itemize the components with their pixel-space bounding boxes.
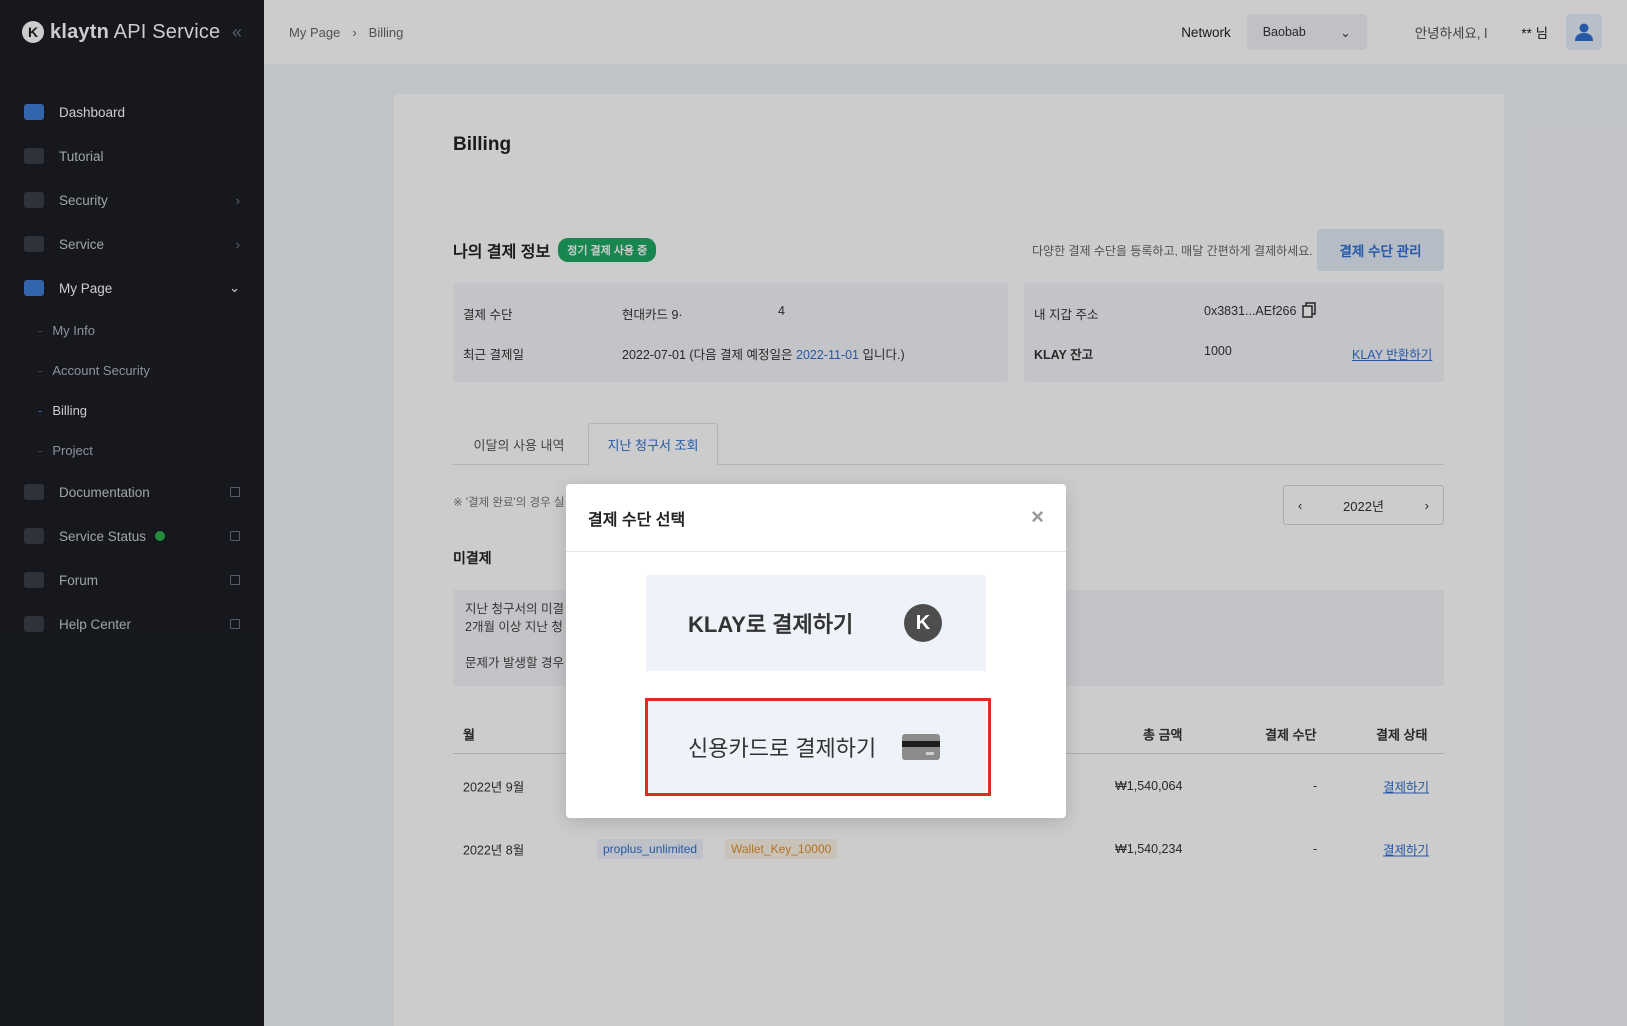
close-icon[interactable]: ×: [1031, 506, 1044, 528]
highlight-box: [645, 698, 991, 796]
modal-header: 결제 수단 선택 ×: [566, 484, 1066, 552]
pay-with-klay-button[interactable]: KLAY로 결제하기 K: [646, 575, 986, 671]
pay-with-klay-label: KLAY로 결제하기: [688, 612, 854, 637]
modal-title: 결제 수단 선택: [588, 511, 686, 529]
klay-logo-icon: K: [904, 604, 942, 642]
